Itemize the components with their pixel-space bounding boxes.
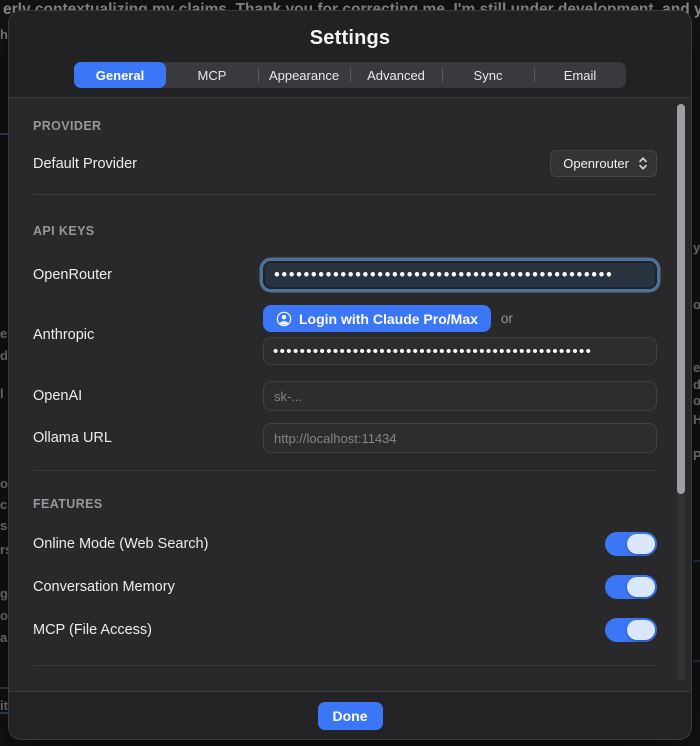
online-mode-row: Online Mode (Web Search) — [33, 532, 657, 556]
background-text-fragment: it — [0, 698, 8, 713]
anthropic-api-key-input[interactable]: ••••••••••••••••••••••••••••••••••••••••… — [263, 337, 657, 365]
settings-tab-bar: General MCP Appearance Advanced Sync Ema… — [74, 62, 626, 88]
online-mode-label: Online Mode (Web Search) — [33, 536, 263, 552]
background-text-fragment: P — [693, 448, 700, 463]
background-text-fragment: o — [693, 393, 700, 408]
background-divider-line — [693, 660, 700, 662]
done-button[interactable]: Done — [318, 702, 383, 730]
toggle-knob — [627, 577, 655, 597]
background-divider-line — [0, 687, 8, 689]
background-text-fragment: se — [0, 518, 8, 533]
tab-general[interactable]: General — [74, 62, 166, 88]
tab-sync[interactable]: Sync — [442, 62, 534, 88]
background-text-fragment: rs — [0, 542, 8, 557]
section-divider — [33, 665, 657, 666]
background-left-strip: hee,dl -ocssersgoasit — [0, 0, 8, 746]
background-text-fragment: o — [0, 608, 8, 623]
mcp-file-access-label: MCP (File Access) — [33, 622, 263, 638]
anthropic-key-row: Anthropic Login with Claude Pro/Max — [33, 305, 657, 365]
settings-footer: Done — [9, 691, 691, 739]
ollama-url-input[interactable] — [263, 423, 657, 453]
background-right-strip: yoedoHP — [693, 0, 700, 746]
conversation-memory-row: Conversation Memory — [33, 575, 657, 599]
toggle-knob — [627, 534, 655, 554]
background-text-fragment: cs — [0, 497, 8, 512]
ollama-url-row: Ollama URL — [33, 423, 657, 453]
chevron-up-down-icon — [638, 156, 648, 171]
login-claude-button[interactable]: Login with Claude Pro/Max — [263, 305, 491, 332]
openai-key-row: OpenAI — [33, 381, 657, 411]
section-divider — [33, 470, 657, 471]
background-text-fragment: o — [0, 476, 8, 491]
section-header-features: FEATURES — [33, 497, 657, 511]
section-divider — [33, 194, 657, 195]
background-text-fragment: o — [693, 297, 700, 312]
anthropic-label: Anthropic — [33, 327, 263, 343]
background-text-fragment: g — [0, 586, 8, 601]
login-claude-button-label: Login with Claude Pro/Max — [299, 311, 478, 327]
background-divider-line — [693, 560, 700, 562]
background-text-fragment: as — [0, 630, 8, 645]
section-header-api-keys: API KEYS — [33, 224, 657, 238]
online-mode-toggle[interactable] — [605, 532, 657, 556]
default-provider-row: Default Provider Openrouter — [33, 150, 657, 177]
section-header-web-search: WEB SEARCH — [33, 689, 657, 691]
openai-api-key-input[interactable] — [263, 381, 657, 411]
conversation-memory-label: Conversation Memory — [33, 579, 263, 595]
page-title: Settings — [9, 27, 691, 50]
settings-scroll-area: PROVIDER Default Provider Openrouter API… — [9, 98, 691, 691]
openrouter-label: OpenRouter — [33, 267, 263, 283]
conversation-memory-toggle[interactable] — [605, 575, 657, 599]
background-text-fragment: he — [0, 27, 8, 42]
background-text-fragment: H — [693, 412, 700, 427]
or-text: or — [501, 311, 513, 326]
person-circle-icon — [276, 311, 292, 327]
default-provider-select[interactable]: Openrouter — [550, 150, 657, 177]
background-text-fragment: e, — [0, 326, 8, 341]
openrouter-key-row: OpenRouter •••••••••••••••••••••••••••••… — [33, 258, 657, 292]
background-text-fragment: l - — [0, 386, 8, 401]
background-text-fragment: d — [693, 377, 700, 392]
mcp-file-access-row: MCP (File Access) — [33, 618, 657, 642]
background-text-fragment: y — [693, 240, 700, 255]
default-provider-label: Default Provider — [33, 156, 263, 172]
mcp-file-access-toggle[interactable] — [605, 618, 657, 642]
section-header-provider: PROVIDER — [33, 119, 657, 133]
settings-header: Settings General MCP Appearance Advanced… — [9, 11, 691, 98]
background-divider-line — [0, 133, 8, 135]
default-provider-value: Openrouter — [563, 156, 629, 171]
openrouter-api-key-input[interactable]: ••••••••••••••••••••••••••••••••••••••••… — [263, 261, 657, 289]
ollama-url-label: Ollama URL — [33, 430, 263, 446]
openai-label: OpenAI — [33, 388, 263, 404]
scrollbar-thumb[interactable] — [677, 104, 685, 494]
tab-advanced[interactable]: Advanced — [350, 62, 442, 88]
background-text-fragment: e — [693, 360, 700, 375]
tab-appearance[interactable]: Appearance — [258, 62, 350, 88]
background-text-fragment: d — [0, 348, 8, 363]
settings-dialog: Settings General MCP Appearance Advanced… — [8, 10, 692, 740]
toggle-knob — [627, 620, 655, 640]
tab-mcp[interactable]: MCP — [166, 62, 258, 88]
tab-email[interactable]: Email — [534, 62, 626, 88]
